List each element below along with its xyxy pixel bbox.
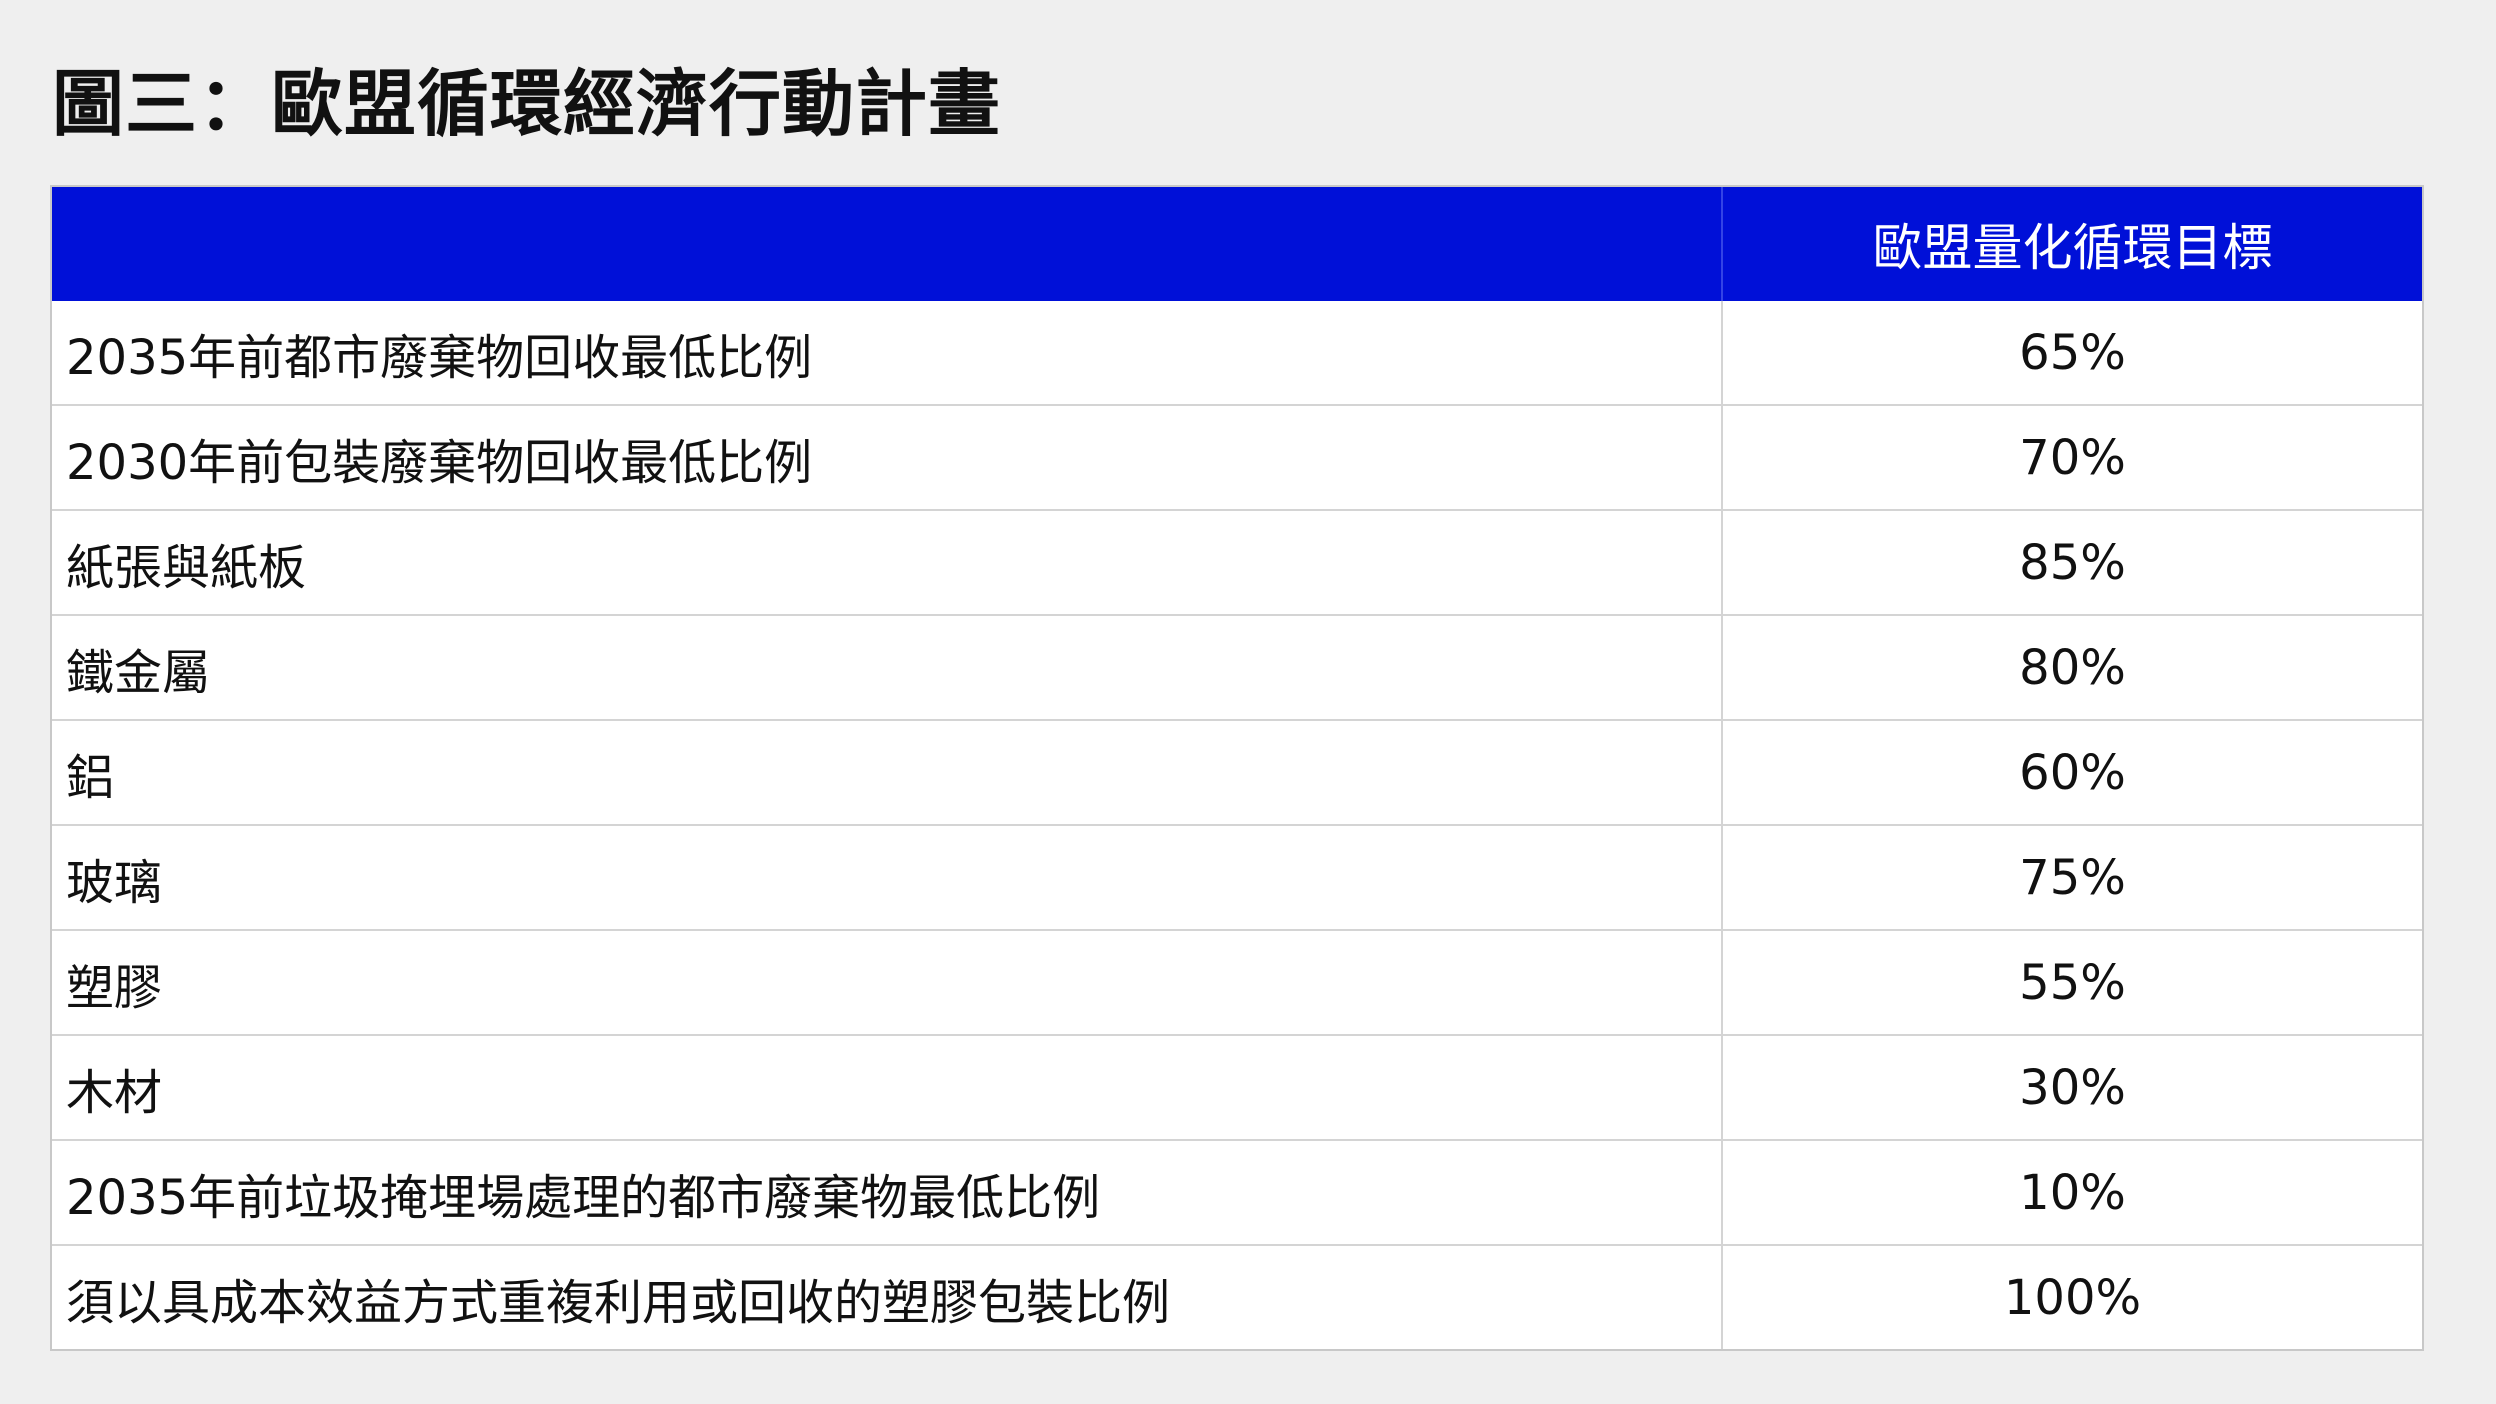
table-row: 紙張與紙板 85%	[52, 509, 2422, 615]
row-value-cell: 70%	[1722, 404, 2422, 510]
targets-table-container: 歐盟量化循環目標 2035年前都市廢棄物回收最低比例 65% 2030年前包裝廢棄物…	[50, 185, 2424, 1351]
row-label-cell: 須以具成本效益方式重複利用或回收的塑膠包裝比例	[52, 1244, 1723, 1349]
header-cell-target: 歐盟量化循環目標	[1872, 219, 2273, 277]
page-title: 圖三：歐盟循環經濟行動計畫	[52, 62, 1002, 146]
table-row: 須以具成本效益方式重複利用或回收的塑膠包裝比例 100%	[52, 1244, 2422, 1349]
table-row: 2035年前都市廢棄物回收最低比例 65%	[52, 301, 2422, 405]
row-value-cell: 55%	[1722, 929, 2422, 1035]
page: 圖三：歐盟循環經濟行動計畫 歐盟量化循環目標 2035年前都市廢棄物回收最低比例…	[0, 0, 2496, 1404]
row-label-cell: 鋁	[52, 719, 1723, 825]
row-value-cell: 60%	[1722, 719, 2422, 825]
row-value-cell: 80%	[1722, 614, 2422, 720]
row-label-cell: 2035年前都市廢棄物回收最低比例	[52, 301, 1723, 405]
table-row: 鋁 60%	[52, 719, 2422, 825]
row-value-cell: 75%	[1722, 824, 2422, 930]
table-row: 塑膠 55%	[52, 929, 2422, 1035]
row-value-cell: 10%	[1722, 1139, 2422, 1245]
row-value-cell: 30%	[1722, 1034, 2422, 1140]
row-value-cell: 100%	[1722, 1244, 2422, 1349]
row-label-cell: 木材	[52, 1034, 1723, 1140]
table-header-row: 歐盟量化循環目標	[52, 187, 2422, 301]
row-label-cell: 玻璃	[52, 824, 1723, 930]
table-row: 鐵金屬 80%	[52, 614, 2422, 720]
row-label-cell: 2035年前垃圾掩埋場處理的都市廢棄物最低比例	[52, 1139, 1723, 1245]
table-row: 玻璃 75%	[52, 824, 2422, 930]
table-row: 2030年前包裝廢棄物回收最低比例 70%	[52, 404, 2422, 510]
table-row: 木材 30%	[52, 1034, 2422, 1140]
table-row: 2035年前垃圾掩埋場處理的都市廢棄物最低比例 10%	[52, 1139, 2422, 1245]
table-body: 2035年前都市廢棄物回收最低比例 65% 2030年前包裝廢棄物回收最低比例 70%…	[52, 301, 2422, 1349]
row-label-cell: 鐵金屬	[52, 614, 1723, 720]
row-label-cell: 塑膠	[52, 929, 1723, 1035]
row-value-cell: 85%	[1722, 509, 2422, 615]
targets-table: 歐盟量化循環目標 2035年前都市廢棄物回收最低比例 65% 2030年前包裝廢棄物…	[52, 187, 2422, 1349]
row-value-cell: 65%	[2019, 324, 2126, 381]
header-cell-item	[52, 187, 1723, 301]
row-label-cell: 紙張與紙板	[52, 509, 1723, 615]
row-label-cell: 2030年前包裝廢棄物回收最低比例	[52, 404, 1723, 510]
